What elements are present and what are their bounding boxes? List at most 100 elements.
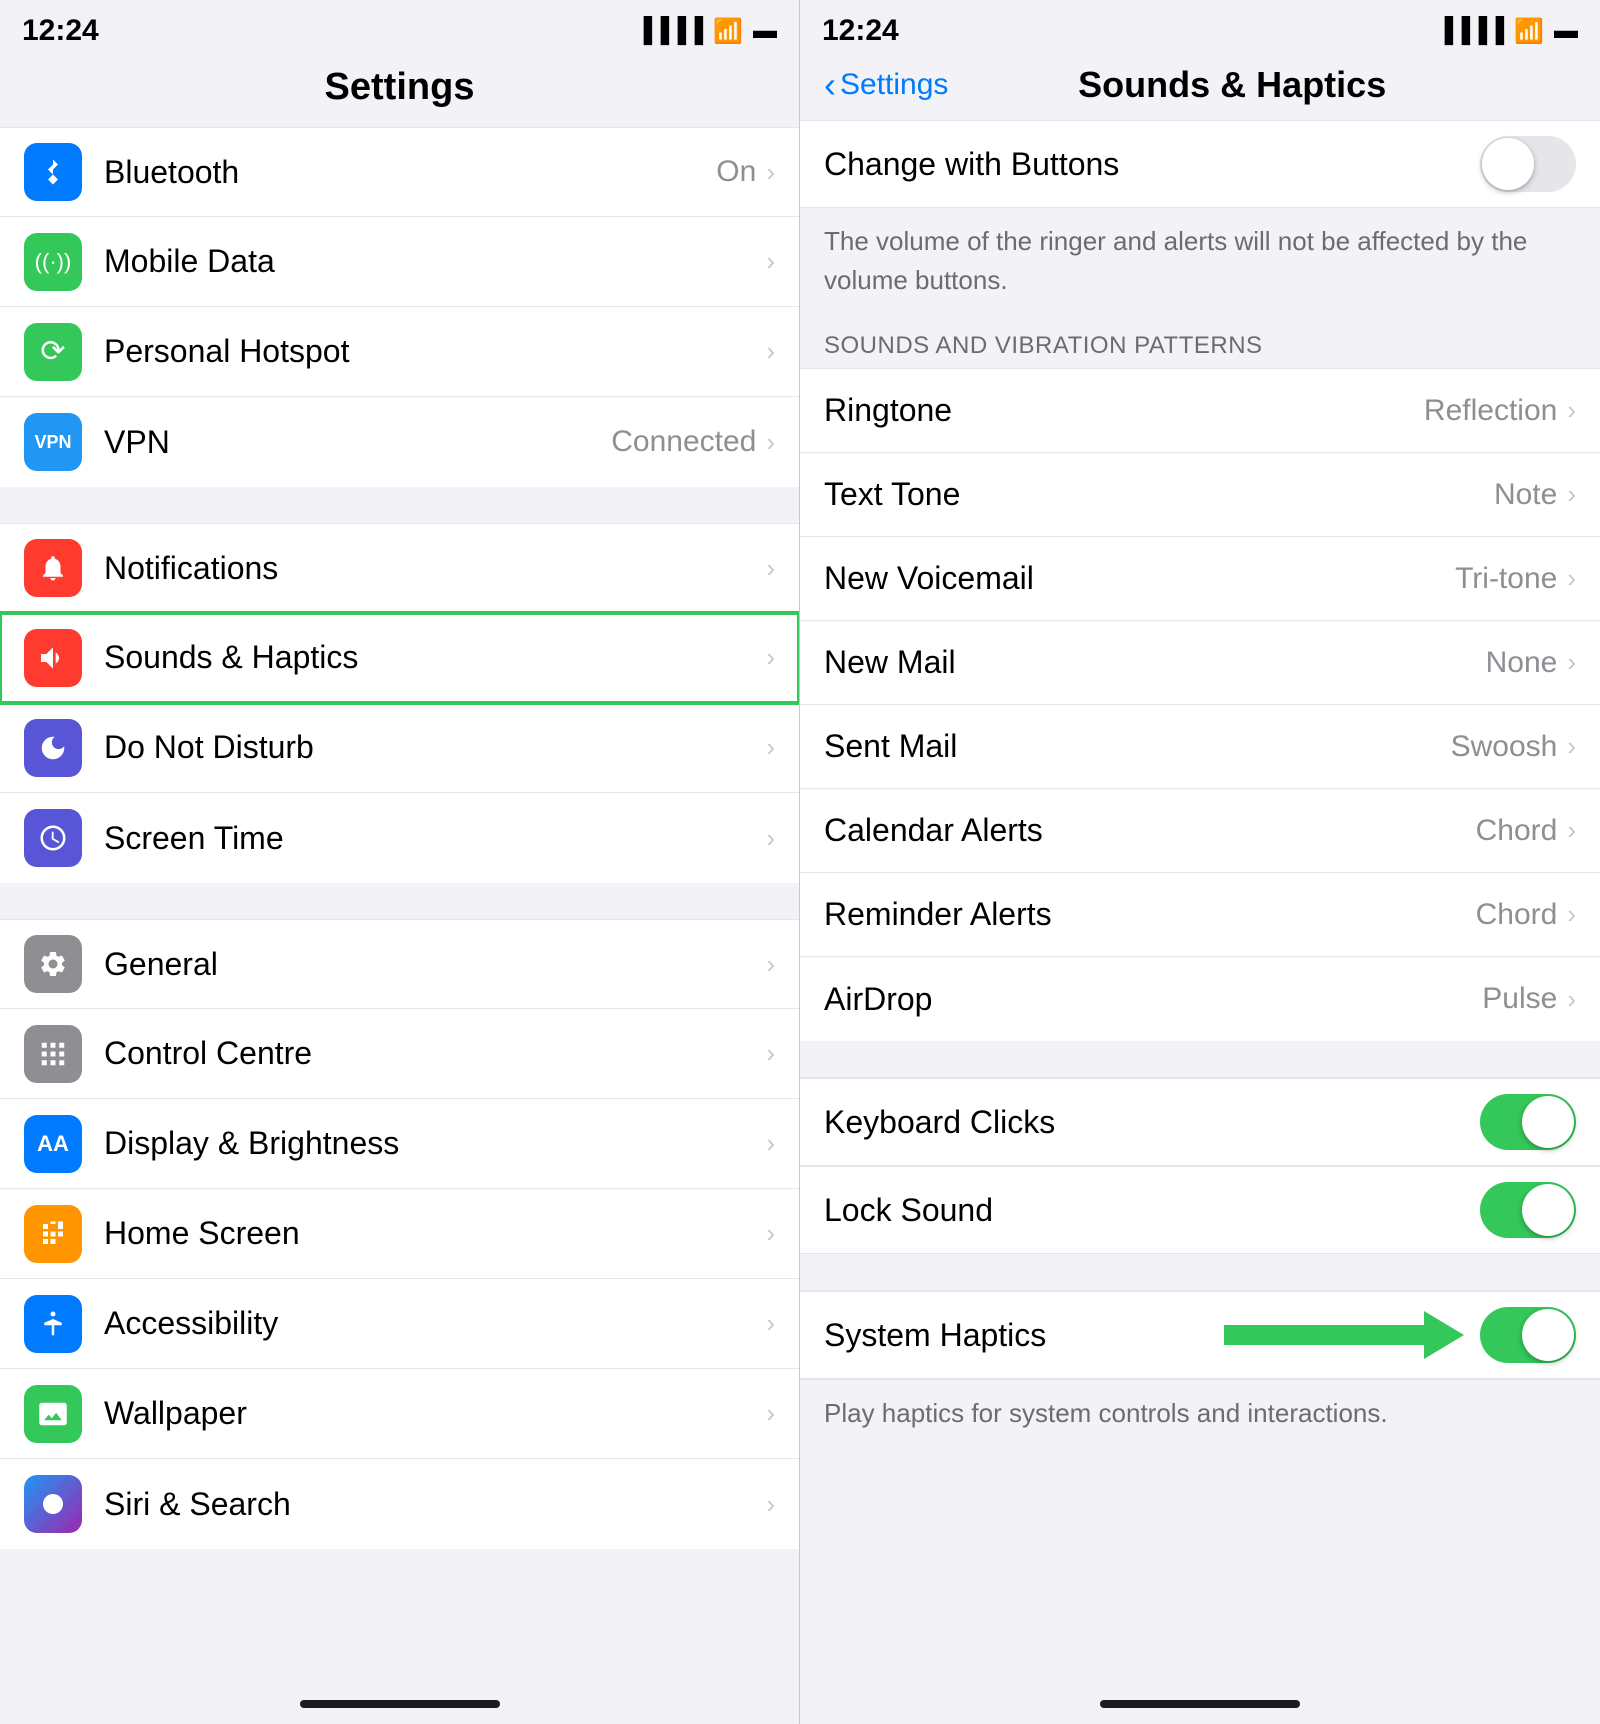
right-wifi-icon: 📶 (1514, 17, 1544, 46)
back-button[interactable]: ‹ Settings (824, 64, 948, 106)
ringtone-row[interactable]: Ringtone Reflection › (800, 369, 1600, 453)
settings-row-display-brightness[interactable]: AA Display & Brightness › (0, 1099, 799, 1189)
lock-sound-row[interactable]: Lock Sound (800, 1166, 1600, 1254)
do-not-disturb-icon (24, 719, 82, 777)
new-voicemail-chevron: › (1567, 563, 1576, 594)
new-voicemail-label: New Voicemail (824, 560, 1455, 597)
reminder-alerts-row[interactable]: Reminder Alerts Chord › (800, 873, 1600, 957)
haptics-desc-text: Play haptics for system controls and int… (800, 1380, 1600, 1451)
ringer-desc-text: The volume of the ringer and alerts will… (800, 208, 1600, 318)
sounds-haptics-label: Sounds & Haptics (104, 639, 766, 676)
display-brightness-chevron: › (766, 1128, 775, 1159)
control-centre-icon (24, 1025, 82, 1083)
right-page-title: Sounds & Haptics (1078, 64, 1386, 106)
calendar-alerts-chevron: › (1567, 815, 1576, 846)
display-brightness-icon: AA (24, 1115, 82, 1173)
wallpaper-icon (24, 1385, 82, 1443)
text-tone-row[interactable]: Text Tone Note › (800, 453, 1600, 537)
nav-bar: ‹ Settings Sounds & Haptics (800, 56, 1600, 120)
bluetooth-icon (24, 143, 82, 201)
left-panel-title: Settings (0, 56, 799, 127)
settings-row-general[interactable]: General › (0, 919, 799, 1009)
sounds-vibration-header: SOUNDS AND VIBRATION PATTERNS (800, 318, 1600, 368)
back-chevron-icon: ‹ (824, 64, 836, 106)
new-mail-row[interactable]: New Mail None › (800, 621, 1600, 705)
system-group-2: General › Control Centre › AA Display & … (0, 919, 799, 1549)
calendar-alerts-label: Calendar Alerts (824, 812, 1476, 849)
wallpaper-chevron: › (766, 1398, 775, 1429)
arrow-shaft (1224, 1325, 1424, 1345)
left-home-bar (300, 1700, 500, 1708)
settings-row-control-centre[interactable]: Control Centre › (0, 1009, 799, 1099)
new-mail-label: New Mail (824, 644, 1486, 681)
left-status-bar: 12:24 ▐▐▐▐ 📶 ▬ (0, 0, 799, 56)
settings-row-do-not-disturb[interactable]: Do Not Disturb › (0, 703, 799, 793)
siri-search-label: Siri & Search (104, 1486, 766, 1523)
toggle-knob (1482, 138, 1534, 190)
settings-row-mobile-data[interactable]: ((·)) Mobile Data › (0, 217, 799, 307)
new-voicemail-value: Tri-tone (1455, 562, 1557, 596)
airdrop-row[interactable]: AirDrop Pulse › (800, 957, 1600, 1041)
system-haptics-row[interactable]: System Haptics (800, 1291, 1600, 1379)
vpn-chevron: › (766, 427, 775, 458)
text-tone-value: Note (1494, 478, 1557, 512)
screen-time-label: Screen Time (104, 820, 766, 857)
settings-row-screen-time[interactable]: Screen Time › (0, 793, 799, 883)
change-with-buttons-row[interactable]: Change with Buttons (800, 120, 1600, 208)
sent-mail-row[interactable]: Sent Mail Swoosh › (800, 705, 1600, 789)
keyboard-clicks-row[interactable]: Keyboard Clicks (800, 1078, 1600, 1166)
system-haptics-knob (1522, 1309, 1574, 1361)
hotspot-label: Personal Hotspot (104, 333, 766, 370)
settings-row-siri-search[interactable]: Siri & Search › (0, 1459, 799, 1549)
settings-list: Bluetooth On › ((·)) Mobile Data › ⟳ Per… (0, 127, 799, 1684)
keyboard-clicks-toggle[interactable] (1480, 1094, 1576, 1150)
accessibility-label: Accessibility (104, 1305, 766, 1342)
bluetooth-value: On (716, 155, 756, 189)
vpn-icon: VPN (24, 413, 82, 471)
reminder-alerts-value: Chord (1476, 898, 1558, 932)
control-centre-chevron: › (766, 1038, 775, 1069)
settings-row-wallpaper[interactable]: Wallpaper › (0, 1369, 799, 1459)
screen-time-icon (24, 809, 82, 867)
change-with-buttons-label: Change with Buttons (824, 146, 1480, 183)
system-haptics-label: System Haptics (824, 1317, 1224, 1354)
settings-row-sounds-haptics[interactable]: Sounds & Haptics › (0, 613, 799, 703)
sent-mail-chevron: › (1567, 731, 1576, 762)
control-centre-label: Control Centre (104, 1035, 766, 1072)
settings-row-home-screen[interactable]: Home Screen › (0, 1189, 799, 1279)
connectivity-group: Bluetooth On › ((·)) Mobile Data › ⟳ Per… (0, 127, 799, 487)
settings-row-accessibility[interactable]: Accessibility › (0, 1279, 799, 1369)
new-voicemail-row[interactable]: New Voicemail Tri-tone › (800, 537, 1600, 621)
keyboard-clicks-knob (1522, 1096, 1574, 1148)
settings-row-vpn[interactable]: VPN VPN Connected › (0, 397, 799, 487)
text-tone-label: Text Tone (824, 476, 1494, 513)
calendar-alerts-value: Chord (1476, 814, 1558, 848)
general-label: General (104, 946, 766, 983)
green-arrow-annotation (1224, 1311, 1464, 1359)
airdrop-chevron: › (1567, 984, 1576, 1015)
settings-row-bluetooth[interactable]: Bluetooth On › (0, 127, 799, 217)
display-brightness-label: Display & Brightness (104, 1125, 766, 1162)
sound-patterns-list: Ringtone Reflection › Text Tone Note › N… (800, 368, 1600, 1041)
settings-row-personal-hotspot[interactable]: ⟳ Personal Hotspot › (0, 307, 799, 397)
sounds-haptics-icon (24, 629, 82, 687)
right-panel: 12:24 ▐▐▐▐ 📶 ▬ ‹ Settings Sounds & Hapti… (800, 0, 1600, 1724)
left-status-icons: ▐▐▐▐ 📶 ▬ (635, 17, 777, 46)
calendar-alerts-row[interactable]: Calendar Alerts Chord › (800, 789, 1600, 873)
new-mail-value: None (1486, 646, 1558, 680)
right-time: 12:24 (822, 14, 899, 48)
right-battery-icon: ▬ (1554, 17, 1578, 45)
reminder-alerts-label: Reminder Alerts (824, 896, 1476, 933)
hotspot-chevron: › (766, 336, 775, 367)
siri-search-icon (24, 1475, 82, 1533)
notifications-label: Notifications (104, 550, 766, 587)
system-haptics-toggle[interactable] (1480, 1307, 1576, 1363)
hotspot-icon: ⟳ (24, 323, 82, 381)
settings-row-notifications[interactable]: Notifications › (0, 523, 799, 613)
right-status-icons: ▐▐▐▐ 📶 ▬ (1436, 17, 1578, 46)
lock-sound-toggle[interactable] (1480, 1182, 1576, 1238)
change-with-buttons-toggle[interactable] (1480, 136, 1576, 192)
right-home-bar (1100, 1700, 1300, 1708)
sent-mail-label: Sent Mail (824, 728, 1451, 765)
arrow-head-icon (1424, 1311, 1464, 1359)
